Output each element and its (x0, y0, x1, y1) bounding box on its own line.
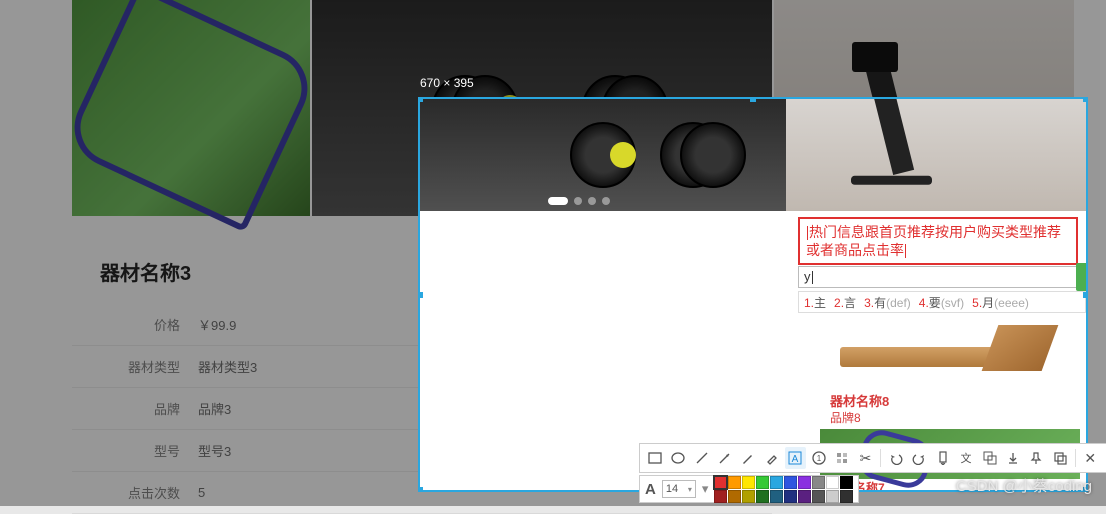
resize-handle[interactable] (750, 97, 756, 102)
svg-text:文: 文 (961, 451, 972, 465)
download-icon[interactable] (1002, 447, 1023, 469)
selection-dimensions-label: 670 × 395 (420, 76, 474, 90)
resize-handle[interactable] (418, 292, 423, 298)
color-swatch[interactable] (728, 476, 741, 489)
recommend-item-brand: 品牌8 (830, 409, 861, 426)
resize-handle[interactable] (418, 97, 423, 102)
value-type: 器材类型3 (198, 357, 257, 376)
selection-bg-bike (786, 99, 1086, 211)
copy-icon[interactable] (1049, 447, 1070, 469)
arrow-tool-icon[interactable] (714, 447, 735, 469)
ime-candidate: 5.月(eeee) (972, 294, 1029, 310)
long-screenshot-icon[interactable] (932, 447, 953, 469)
ime-candidates[interactable]: 1.主 2.言 3.有(def) 4.要(svf) 5.月(eeee) (798, 291, 1086, 313)
color-swatch[interactable] (784, 476, 797, 489)
ocr-text-icon[interactable]: 文 (955, 447, 976, 469)
screenshot-toolbar: A 1 ✂ 文 ✕ 完成 (639, 443, 1106, 473)
selection-bg-dumbbell (420, 99, 786, 211)
annotation-text: 热门信息跟首页推荐按用户购买类型推荐或者商品点击率 (806, 224, 1061, 258)
carousel-thumb-1 (72, 0, 310, 216)
blur-tool-icon[interactable] (831, 447, 852, 469)
redo-icon[interactable] (909, 447, 930, 469)
ime-candidate: 4.要(svf) (919, 294, 964, 310)
pencil-tool-icon[interactable] (738, 447, 759, 469)
color-swatch[interactable] (770, 490, 783, 503)
close-icon[interactable]: ✕ (1080, 447, 1101, 469)
ellipse-tool-icon[interactable] (667, 447, 688, 469)
label-brand: 品牌 (100, 399, 180, 418)
color-swatch[interactable] (840, 490, 853, 503)
color-swatch[interactable] (742, 476, 755, 489)
font-label-icon: A (645, 481, 656, 498)
color-swatch[interactable] (784, 490, 797, 503)
ime-indicator-icon (1076, 263, 1088, 291)
color-swatch[interactable] (742, 490, 755, 503)
ime-candidate: 3.有(def) (864, 294, 911, 310)
resize-handle[interactable] (1083, 97, 1088, 102)
line-tool-icon[interactable] (691, 447, 712, 469)
pin-icon[interactable] (1026, 447, 1047, 469)
value-clicks: 5 (198, 485, 205, 500)
svg-text:1: 1 (816, 454, 821, 463)
value-model: 型号3 (198, 441, 231, 460)
svg-text:A: A (792, 454, 799, 465)
ime-candidate: 1.主 (804, 294, 826, 310)
color-swatch[interactable] (840, 476, 853, 489)
font-size-select[interactable]: 14 (662, 480, 696, 498)
label-type: 器材类型 (100, 357, 180, 376)
text-tool-icon[interactable]: A (785, 447, 806, 469)
ime-input-field[interactable]: y (798, 266, 1083, 288)
color-swatch[interactable] (812, 490, 825, 503)
color-swatch[interactable] (756, 476, 769, 489)
value-brand: 品牌3 (198, 399, 231, 418)
annotation-text-box[interactable]: 热门信息跟首页推荐按用户购买类型推荐或者商品点击率 (798, 217, 1078, 265)
label-model: 型号 (100, 441, 180, 460)
marker-tool-icon[interactable] (761, 447, 782, 469)
color-swatch[interactable] (798, 476, 811, 489)
translate-icon[interactable] (979, 447, 1000, 469)
scissors-tool-icon[interactable]: ✂ (855, 447, 876, 469)
resize-handle[interactable] (418, 487, 423, 492)
recommend-item-name[interactable]: 器材名称8 (830, 391, 889, 410)
color-swatch[interactable] (812, 476, 825, 489)
color-swatch[interactable] (826, 476, 839, 489)
screenshot-selection[interactable]: 670 × 395 热门信息跟首页推荐按用户购买类型推荐或者商品点击率 y (418, 97, 1088, 492)
label-clicks: 点击次数 (100, 483, 180, 502)
color-swatch[interactable] (714, 490, 727, 503)
text-style-toolbar: A 14 ▾ (639, 475, 859, 503)
watermark: CSDN @小蔡coding (956, 475, 1092, 496)
color-palette (714, 476, 853, 503)
color-swatch[interactable] (756, 490, 769, 503)
value-price: ￥99.9 (198, 315, 236, 334)
undo-icon[interactable] (885, 447, 906, 469)
color-swatch[interactable] (770, 476, 783, 489)
color-swatch[interactable] (714, 476, 727, 489)
rectangle-tool-icon[interactable] (644, 447, 665, 469)
number-tool-icon[interactable]: 1 (808, 447, 829, 469)
recommend-item-image[interactable] (820, 317, 1080, 387)
ime-candidate: 2.言 (834, 294, 856, 310)
color-swatch[interactable] (826, 490, 839, 503)
resize-handle[interactable] (1083, 292, 1088, 298)
color-swatch[interactable] (798, 490, 811, 503)
label-price: 价格 (100, 315, 180, 334)
color-swatch[interactable] (728, 490, 741, 503)
